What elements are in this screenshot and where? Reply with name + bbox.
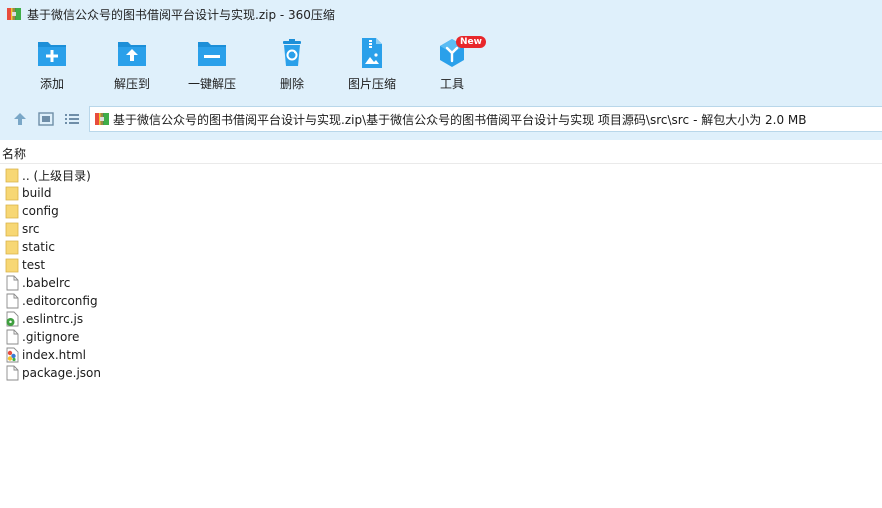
folder-icon [5, 258, 19, 273]
list-item-gitignore[interactable]: .gitignore [0, 328, 882, 346]
name-column-header[interactable]: 名称 [2, 145, 26, 162]
file-name: src [22, 222, 40, 236]
image-compress-button[interactable]: 图片压缩 [334, 36, 410, 96]
list-item-test[interactable]: test [0, 256, 882, 274]
file-icon [6, 365, 19, 381]
one-click-extract-icon [198, 42, 226, 66]
archive-app-icon [7, 8, 21, 20]
file-name: build [22, 186, 52, 200]
file-icon [6, 275, 19, 291]
file-name: config [22, 204, 59, 218]
address-row: 基于微信公众号的图书借阅平台设计与实现.zip\基于微信公众号的图书借阅平台设计… [0, 100, 882, 140]
list-item-eslintrc[interactable]: .eslintrc.js [0, 310, 882, 328]
image-compress-label: 图片压缩 [347, 77, 396, 91]
column-header: 名称 [0, 140, 882, 164]
list-item-parent-dir[interactable]: .. (上级目录) [0, 166, 882, 184]
extract-to-icon [118, 42, 146, 66]
add-button[interactable]: 添加 [14, 36, 90, 96]
folder-icon [5, 168, 19, 183]
js-file-icon [6, 311, 19, 327]
file-list: .. (上级目录) build config src static test .… [0, 166, 882, 382]
window-title: 基于微信公众号的图书借阅平台设计与实现.zip - 360压缩 [27, 7, 335, 22]
one-click-extract-label: 一键解压 [187, 77, 236, 91]
file-name: .editorconfig [22, 294, 98, 308]
folder-icon [5, 186, 19, 201]
app-window: 基于微信公众号的图书借阅平台设计与实现.zip - 360压缩 添加 解压到 一… [0, 0, 882, 508]
list-item-babelrc[interactable]: .babelrc [0, 274, 882, 292]
list-item-static[interactable]: static [0, 238, 882, 256]
list-item-index-html[interactable]: index.html [0, 346, 882, 364]
address-path: 基于微信公众号的图书借阅平台设计与实现.zip\基于微信公众号的图书借阅平台设计… [113, 112, 690, 127]
folder-icon [5, 204, 19, 219]
file-name: static [22, 240, 55, 254]
image-compress-icon [362, 38, 382, 68]
extract-to-label: 解压到 [113, 77, 150, 91]
title-bar: 基于微信公众号的图书借阅平台设计与实现.zip - 360压缩 [0, 0, 882, 28]
folder-icon [5, 240, 19, 255]
file-name: index.html [22, 348, 86, 362]
delete-button[interactable]: 删除 [254, 36, 330, 96]
tools-button[interactable]: New 工具 [414, 36, 490, 96]
tools-label: 工具 [439, 77, 464, 91]
list-item-src[interactable]: src [0, 220, 882, 238]
delete-icon [283, 39, 301, 66]
list-view-icon[interactable] [63, 111, 81, 127]
file-name: test [22, 258, 46, 272]
file-name: .eslintrc.js [22, 312, 84, 326]
file-name: .babelrc [22, 276, 71, 290]
toolbar: 添加 解压到 一键解压 删除 图片压缩 New 工具 [0, 28, 882, 100]
html-file-icon [6, 347, 19, 363]
file-name: .gitignore [22, 330, 80, 344]
list-item-editorconfig[interactable]: .editorconfig [0, 292, 882, 310]
add-icon [38, 42, 66, 66]
one-click-extract-button[interactable]: 一键解压 [174, 36, 250, 96]
archive-icon [95, 113, 109, 125]
new-badge: New [456, 36, 486, 48]
up-arrow-icon[interactable] [11, 111, 29, 127]
file-icon [6, 329, 19, 345]
list-item-config[interactable]: config [0, 202, 882, 220]
delete-label: 删除 [279, 77, 304, 91]
file-name: package.json [22, 366, 102, 380]
list-item-build[interactable]: build [0, 184, 882, 202]
add-label: 添加 [39, 77, 64, 91]
file-icon [6, 293, 19, 309]
file-name: .. (上级目录) [22, 168, 91, 183]
list-item-package-json[interactable]: package.json [0, 364, 882, 382]
extract-to-button[interactable]: 解压到 [94, 36, 170, 96]
address-bar[interactable]: 基于微信公众号的图书借阅平台设计与实现.zip\基于微信公众号的图书借阅平台设计… [89, 106, 882, 132]
thumbnail-view-icon[interactable] [37, 111, 55, 127]
folder-icon [5, 222, 19, 237]
unpacked-size: - 解包大小为 2.0 MB [693, 112, 807, 127]
